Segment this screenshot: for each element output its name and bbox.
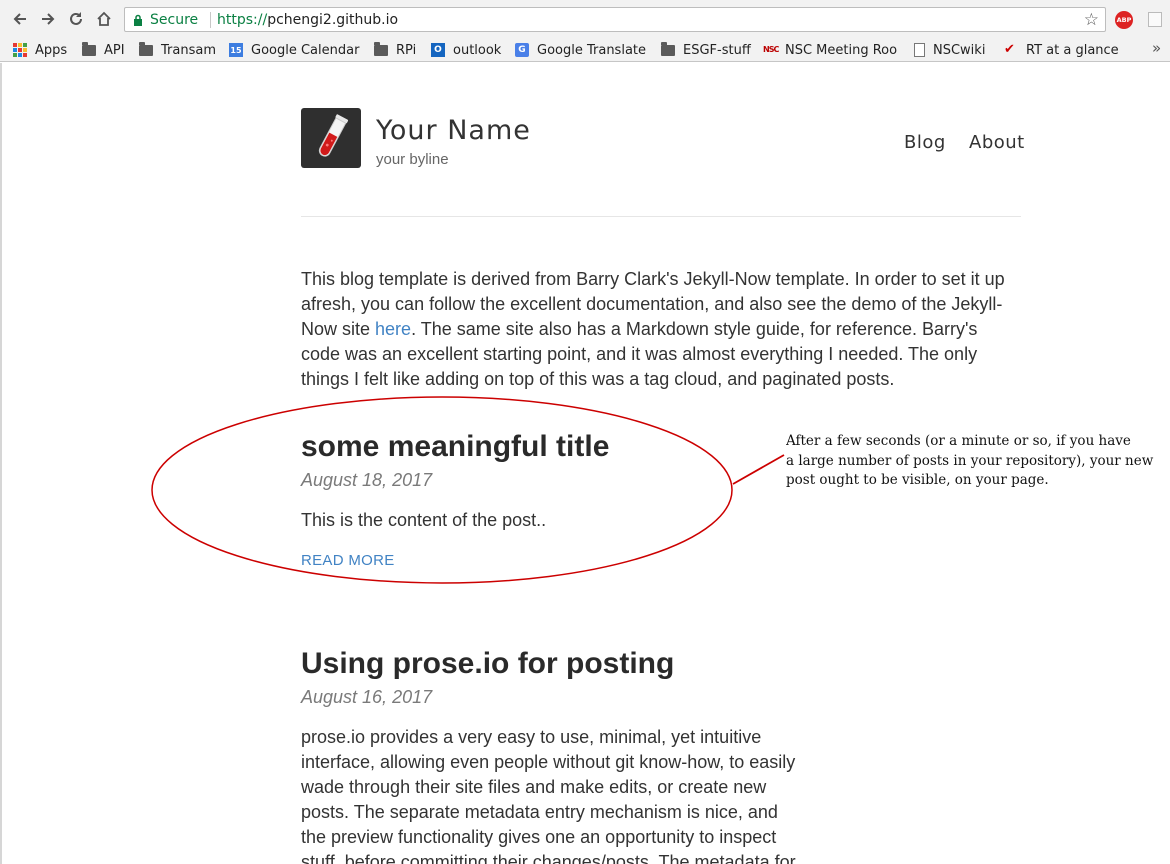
excerpt-line: wade through their site files and make e… bbox=[301, 777, 767, 797]
bookmark-star-icon[interactable]: ☆ bbox=[1084, 10, 1099, 30]
bookmark-label: NSCwiki bbox=[933, 42, 986, 58]
reload-icon[interactable] bbox=[65, 8, 87, 30]
nav-about-link[interactable]: About bbox=[969, 132, 1025, 153]
post-title[interactable]: some meaningful title bbox=[301, 430, 609, 464]
omnibox-separator bbox=[210, 12, 211, 28]
intro-here-link[interactable]: here bbox=[375, 319, 411, 339]
excerpt-line: the preview functionality gives one an o… bbox=[301, 827, 777, 847]
forward-arrow-icon[interactable] bbox=[37, 8, 59, 30]
outlook-icon: O bbox=[431, 43, 445, 57]
translate-icon: G bbox=[515, 43, 529, 57]
folder-icon bbox=[82, 42, 96, 56]
bookmark-nsc-meeting-rooms[interactable]: NSC NSC Meeting Roo bbox=[763, 41, 897, 59]
bookmark-apps[interactable]: Apps bbox=[13, 41, 67, 59]
test-tube-icon bbox=[318, 114, 349, 157]
intro-paragraph: This blog template is derived from Barry… bbox=[301, 267, 1021, 392]
post-title[interactable]: Using prose.io for posting bbox=[301, 647, 674, 681]
bookmarks-bar: Apps API Transam 15 Google Calendar RPi … bbox=[0, 38, 1170, 62]
site-byline: your byline bbox=[376, 151, 449, 168]
callout-line: After a few seconds (or a minute or so, … bbox=[786, 433, 1131, 449]
folder-icon bbox=[661, 42, 675, 56]
bookmark-label: Transam bbox=[161, 42, 216, 58]
bookmark-label: ESGF-stuff bbox=[683, 42, 751, 58]
bookmark-google-translate[interactable]: G Google Translate bbox=[515, 41, 646, 59]
bookmark-label: API bbox=[104, 42, 125, 58]
excerpt-line: prose.io provides a very easy to use, mi… bbox=[301, 727, 762, 747]
header-divider bbox=[301, 216, 1021, 217]
address-bar[interactable]: Secure https://pchengi2.github.io ☆ bbox=[124, 7, 1106, 32]
post-excerpt: prose.io provides a very easy to use, mi… bbox=[301, 725, 821, 864]
excerpt-line: interface, allowing even people without … bbox=[301, 752, 796, 772]
page-left-border bbox=[0, 63, 2, 864]
bookmarks-overflow-chevron-icon[interactable]: » bbox=[1152, 39, 1161, 57]
url-host: pchengi2.github.io bbox=[267, 12, 399, 28]
home-icon[interactable] bbox=[93, 8, 115, 30]
document-icon bbox=[914, 43, 925, 57]
bookmark-label: Google Translate bbox=[537, 42, 647, 58]
callout-line: a large number of posts in your reposito… bbox=[786, 452, 1154, 469]
bookmark-transam[interactable]: Transam bbox=[139, 41, 216, 59]
read-more-link[interactable]: READ MORE bbox=[301, 552, 395, 569]
extension-icon[interactable] bbox=[1148, 12, 1162, 27]
bookmark-rpi[interactable]: RPi bbox=[374, 41, 416, 59]
bookmark-nscwiki[interactable]: NSCwiki bbox=[914, 41, 985, 59]
lock-icon bbox=[134, 14, 142, 26]
url-text[interactable]: https://pchengi2.github.io bbox=[217, 12, 398, 28]
apps-grid-icon bbox=[13, 43, 27, 57]
annotation-callout: After a few seconds (or a minute or so, … bbox=[786, 432, 1170, 491]
bookmark-google-calendar[interactable]: 15 Google Calendar bbox=[229, 41, 359, 59]
nsc-icon: NSC bbox=[763, 45, 779, 54]
bookmark-api[interactable]: API bbox=[82, 41, 125, 59]
bookmark-label: RT at a glance bbox=[1026, 42, 1119, 58]
browser-toolbar: Secure https://pchengi2.github.io ☆ ABP bbox=[0, 0, 1170, 38]
adblock-plus-icon[interactable]: ABP bbox=[1115, 11, 1133, 29]
post-date: August 16, 2017 bbox=[301, 687, 433, 707]
folder-icon bbox=[374, 42, 388, 56]
url-scheme: https:// bbox=[217, 12, 268, 28]
bookmark-label: RPi bbox=[396, 42, 417, 58]
post-date: August 18, 2017 bbox=[301, 470, 433, 490]
post-excerpt: This is the content of the post.. bbox=[301, 510, 547, 530]
secure-label: Secure bbox=[150, 12, 199, 28]
highlight-ellipse bbox=[151, 396, 733, 584]
bookmark-esgf-stuff[interactable]: ESGF-stuff bbox=[661, 41, 751, 59]
bookmark-label: NSC Meeting Roo bbox=[785, 42, 898, 58]
bookmark-rt-at-a-glance[interactable]: ✔ RT at a glance bbox=[1004, 41, 1119, 59]
back-arrow-icon[interactable] bbox=[9, 8, 31, 30]
callout-pointer-line bbox=[732, 454, 785, 485]
site-title[interactable]: Your Name bbox=[376, 115, 531, 146]
calendar-icon: 15 bbox=[229, 43, 243, 57]
bookmark-label: Apps bbox=[35, 42, 68, 58]
bookmark-label: outlook bbox=[453, 42, 502, 58]
bookmark-outlook[interactable]: O outlook bbox=[431, 41, 501, 59]
site-avatar[interactable] bbox=[301, 108, 361, 168]
excerpt-line: stuff, before committing their changes/p… bbox=[301, 852, 796, 864]
nav-blog-link[interactable]: Blog bbox=[904, 132, 946, 153]
callout-line: post ought to be visible, on your page. bbox=[786, 472, 1049, 488]
bookmark-label: Google Calendar bbox=[251, 42, 360, 58]
excerpt-line: posts. The separate metadata entry mecha… bbox=[301, 802, 778, 822]
checkmark-icon: ✔ bbox=[1004, 42, 1015, 57]
folder-icon bbox=[139, 42, 153, 56]
